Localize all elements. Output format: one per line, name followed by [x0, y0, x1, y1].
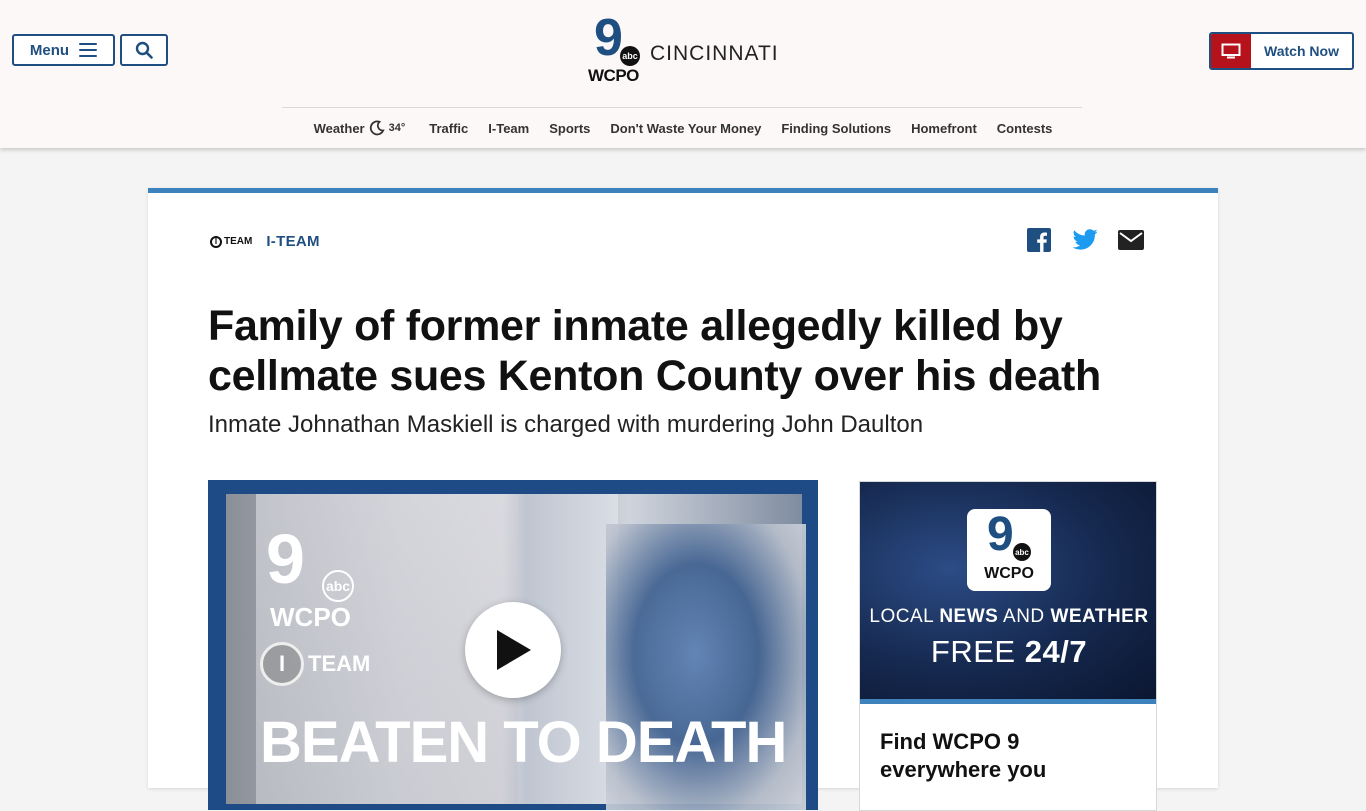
promo-tagline-prefix: LOCAL	[869, 606, 940, 627]
section-link[interactable]: I-TEAM	[266, 233, 319, 250]
video-logo-wcpo: WCPO	[270, 602, 351, 632]
nav-item-contests[interactable]: Contests	[997, 121, 1053, 136]
i-team-logo-text: TEAM	[224, 236, 253, 247]
article-headline: Family of former inmate allegedly killed…	[208, 302, 1102, 400]
i-team-logo[interactable]: I TEAM	[210, 235, 253, 248]
promo-free: FREE	[930, 634, 1025, 669]
site-header: Menu 9 abc WCPO CINCINNATI Watch Now Wea…	[0, 0, 1366, 148]
promo-tagline: LOCAL NEWS AND WEATHER	[860, 606, 1156, 628]
video-i-team-ring: I	[260, 642, 304, 686]
email-share-button[interactable]	[1118, 227, 1144, 253]
weather-temp: 34°	[388, 122, 406, 134]
video-i-team-text: TEAM	[308, 651, 371, 676]
facebook-icon	[1027, 228, 1051, 252]
nav-item-homefront[interactable]: Homefront	[911, 121, 977, 136]
twitter-share-button[interactable]	[1072, 227, 1098, 253]
section-row: I TEAM I-TEAM	[210, 233, 320, 250]
promo-tagline-weather: WEATHER	[1050, 606, 1149, 627]
article-card: I TEAM I-TEAM Family of former inmate al…	[148, 188, 1218, 811]
site-logo[interactable]: 9 abc WCPO CINCINNATI	[588, 9, 780, 86]
promo-logo-wcpo: WCPO	[984, 565, 1034, 582]
menu-button[interactable]: Menu	[12, 34, 115, 66]
video-logo-nine: 9	[266, 520, 305, 598]
search-button[interactable]	[120, 34, 168, 66]
promo-free-line: FREE 24/7	[860, 634, 1156, 670]
promo-logo: 9 abc WCPO	[967, 509, 1051, 591]
twitter-icon	[1072, 229, 1098, 250]
promo-logo-nine: 9	[987, 508, 1014, 561]
article-subhead: Inmate Johnathan Maskiell is charged wit…	[208, 411, 924, 438]
promo-body: Find WCPO 9 everywhere you	[880, 729, 1047, 782]
video-title: BEATEN TO DEATH	[260, 710, 787, 775]
watch-now-button[interactable]: Watch Now	[1209, 32, 1354, 70]
video-player[interactable]: 9 abc WCPO I TEAM BEATEN TO DEATH	[208, 480, 818, 810]
facebook-share-button[interactable]	[1026, 227, 1052, 253]
nav-item-sports[interactable]: Sports	[549, 121, 590, 136]
hamburger-icon	[79, 43, 98, 57]
watch-now-label: Watch Now	[1264, 43, 1339, 59]
nav-item-traffic[interactable]: Traffic	[429, 121, 468, 136]
promo-banner: 9 abc WCPO LOCAL NEWS AND WEATHER FREE 2…	[860, 482, 1156, 704]
nav-item-weather[interactable]: Weather 34°	[314, 120, 406, 136]
nav-item-i-team[interactable]: I-Team	[488, 121, 529, 136]
logo-abc: abc	[620, 46, 640, 66]
logo-wcpo: WCPO	[588, 66, 639, 85]
moon-icon	[369, 120, 385, 136]
video-i-team-logo: I TEAM	[260, 642, 370, 686]
logo-nine: 9	[594, 9, 623, 67]
main-nav: Weather 34° Traffic I-Team Sports Don't …	[0, 118, 1366, 138]
promo-card[interactable]: 9 abc WCPO LOCAL NEWS AND WEATHER FREE 2…	[859, 481, 1157, 811]
play-icon	[497, 630, 531, 670]
nav-item-dont-waste-your-money[interactable]: Don't Waste Your Money	[610, 121, 761, 136]
video-logo-abc: abc	[322, 570, 354, 602]
nav-divider	[282, 107, 1082, 108]
play-button[interactable]	[465, 602, 561, 698]
tv-icon	[1211, 34, 1251, 68]
weather-label: Weather	[313, 120, 365, 136]
promo-247: 24/7	[1024, 634, 1088, 669]
share-buttons	[1026, 227, 1144, 253]
search-icon	[135, 41, 153, 59]
promo-logo-abc: abc	[1013, 543, 1031, 561]
menu-label: Menu	[29, 41, 70, 59]
i-team-ring-icon: I	[210, 235, 222, 248]
nav-item-finding-solutions[interactable]: Finding Solutions	[781, 121, 891, 136]
promo-tagline-mid: AND	[998, 606, 1051, 627]
promo-tagline-news: NEWS	[939, 606, 999, 627]
logo-city: CINCINNATI	[650, 42, 779, 65]
email-icon	[1118, 230, 1144, 250]
